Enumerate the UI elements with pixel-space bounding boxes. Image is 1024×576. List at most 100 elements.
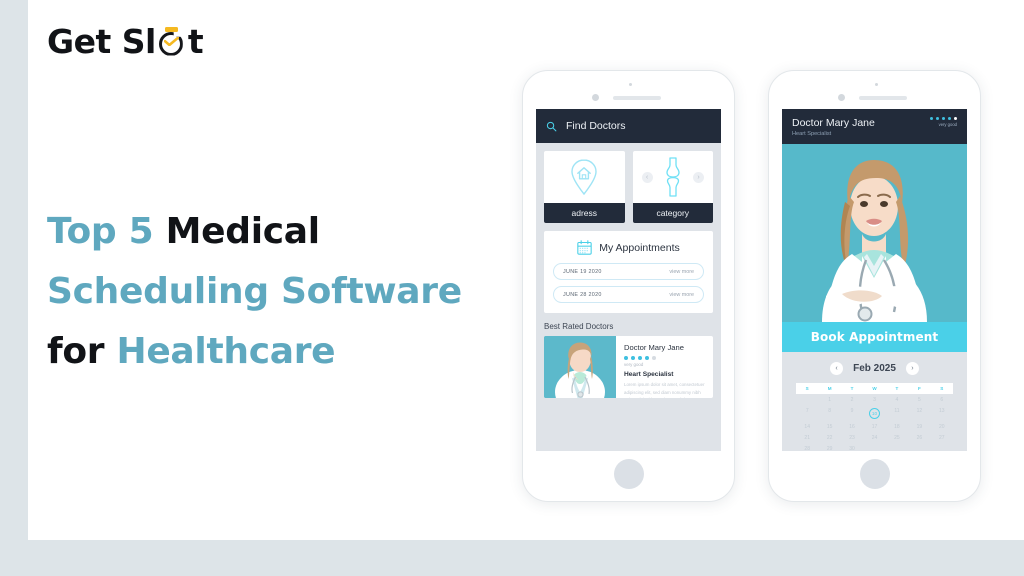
stopwatch-check-icon: [157, 26, 187, 57]
page-title: Top 5 Medical Scheduling Software for He…: [47, 202, 517, 381]
rating-dots: [930, 117, 957, 121]
camera-icon: [874, 83, 878, 86]
sensor-icon: [838, 94, 845, 101]
sensor-icon: [592, 94, 599, 101]
phone1-bezel-bottom: [523, 451, 734, 501]
calendar-weekday: S: [930, 383, 953, 394]
best-rated-doctors-title: Best Rated Doctors: [544, 322, 614, 331]
rating-caption: very good: [938, 122, 957, 128]
phone2-screen: Doctor Mary Jane Heart Specialist very g…: [782, 109, 967, 451]
calendar-day[interactable]: 20: [931, 421, 953, 432]
calendar-day[interactable]: 7: [796, 405, 818, 421]
calendar-day[interactable]: 16: [841, 421, 863, 432]
search-input-value: Find Doctors: [566, 120, 626, 132]
doctor-info: Doctor Mary Jane very good Heart Special…: [616, 336, 713, 398]
calendar-weekday: T: [840, 383, 864, 394]
profile-doctor-specialty: Heart Specialist: [792, 131, 832, 137]
doctor-card[interactable]: Doctor Mary Jane very good Heart Special…: [544, 336, 713, 398]
calendar-day-selected[interactable]: 10: [863, 405, 885, 421]
prev-category-button[interactable]: ‹: [641, 172, 653, 183]
headline-accent-3: Healthcare: [116, 330, 336, 372]
brand-name-part1: Get Sl: [47, 22, 156, 61]
calendar-day[interactable]: 12: [908, 405, 930, 421]
doctor-name: Doctor Mary Jane: [624, 343, 684, 352]
calendar-day[interactable]: 26: [908, 432, 930, 443]
calendar-day[interactable]: 29: [818, 443, 840, 452]
calendar-day[interactable]: 19: [908, 421, 930, 432]
calendar-month-label: Feb 2025: [853, 363, 896, 374]
calendar-day[interactable]: 1: [818, 394, 840, 405]
speaker-grille: [859, 96, 907, 100]
doctor-profile-header: Doctor Mary Jane Heart Specialist very g…: [782, 109, 967, 144]
prev-month-button[interactable]: ‹: [830, 362, 844, 375]
calendar-weekday: S: [796, 383, 819, 394]
calendar-icon: [577, 240, 592, 255]
view-more-link[interactable]: view more: [669, 292, 694, 298]
home-button[interactable]: [613, 459, 644, 489]
calendar-day[interactable]: 15: [818, 421, 840, 432]
doctor-avatar: [544, 336, 616, 398]
calendar-grid[interactable]: S M T W T F S 1 2 3 4 5 6 7 8 9 10 11 12 13 14 15 16 17 18 19 20 21…: [796, 383, 953, 451]
my-appointments-card: My Appointments JUNE 19 2020 view more J…: [544, 231, 713, 313]
calendar-day[interactable]: 24: [863, 432, 885, 443]
calendar-day[interactable]: 6: [931, 394, 953, 405]
my-appointments-header: My Appointments: [553, 240, 704, 255]
calendar-weekday: T: [885, 383, 909, 394]
phone1-screen: Find Doctors adress ‹ › category My Appo…: [536, 109, 721, 451]
rating-dots: [624, 356, 705, 360]
calendar-day[interactable]: 17: [863, 421, 885, 432]
calendar-day[interactable]: 5: [908, 394, 930, 405]
calendar-day[interactable]: 23: [841, 432, 863, 443]
next-month-button[interactable]: ›: [905, 362, 919, 375]
calendar-day[interactable]: 28: [796, 443, 818, 452]
speaker-grille: [613, 96, 661, 100]
card-category-art: ‹ ›: [633, 151, 714, 203]
calendar-day[interactable]: 11: [886, 405, 908, 421]
calendar-day[interactable]: 27: [931, 432, 953, 443]
phone2-bezel-bottom: [769, 451, 980, 501]
calendar-day[interactable]: 18: [886, 421, 908, 432]
headline-dark-1: Medical: [165, 211, 321, 253]
next-category-button[interactable]: ›: [693, 172, 704, 183]
card-address[interactable]: adress: [544, 151, 625, 223]
calendar-day[interactable]: 30: [841, 443, 863, 452]
calendar-day[interactable]: 13: [931, 405, 953, 421]
calendar-day[interactable]: 14: [796, 421, 818, 432]
calendar-day[interactable]: 3: [863, 394, 885, 405]
calendar-day[interactable]: 2: [841, 394, 863, 405]
brand-name-part2: t: [187, 22, 204, 61]
calendar-blank: [796, 394, 818, 405]
brand-logo: Get Sl t: [47, 22, 204, 61]
headline-accent-2: Scheduling Software: [47, 270, 462, 312]
home-button[interactable]: [859, 459, 890, 489]
view-more-link[interactable]: view more: [669, 269, 694, 275]
calendar-day[interactable]: 4: [886, 394, 908, 405]
appointment-row[interactable]: JUNE 28 2020 view more: [553, 286, 704, 303]
doctor-description: Lorem ipsum dolor sit amet, consectetuer…: [624, 382, 705, 398]
card-address-art: [544, 151, 625, 203]
category-cards: adress ‹ › category: [536, 143, 721, 223]
calendar-day[interactable]: 8: [818, 405, 840, 421]
home-pin-icon: [571, 159, 597, 196]
phone-mockup-book-appointment: Doctor Mary Jane Heart Specialist very g…: [768, 70, 981, 502]
calendar-navigation: ‹ Feb 2025 ›: [796, 362, 953, 375]
calendar-day[interactable]: 9: [841, 405, 863, 421]
appointment-row[interactable]: JUNE 19 2020 view more: [553, 263, 704, 280]
card-address-label: adress: [544, 203, 625, 223]
slide-canvas: Get Sl t Top 5 Medical Scheduling Softwa…: [28, 0, 1024, 540]
doctor-specialty: Heart Specialist: [624, 371, 674, 378]
headline-dark-2: for: [47, 330, 117, 372]
calendar-weekday: W: [863, 383, 886, 394]
rating-caption: very good: [624, 362, 644, 367]
phone1-bezel-top: [523, 71, 734, 109]
calendar-day[interactable]: 25: [886, 432, 908, 443]
card-category-label: category: [632, 203, 713, 223]
calendar-weekday: F: [908, 383, 931, 394]
calendar-day[interactable]: 21: [796, 432, 818, 443]
search-input[interactable]: Find Doctors: [536, 109, 721, 143]
appointment-date: JUNE 19 2020: [563, 268, 602, 275]
card-category[interactable]: ‹ › category: [632, 151, 714, 223]
knee-joint-icon: [666, 157, 680, 197]
book-appointment-button[interactable]: Book Appointment: [782, 322, 967, 352]
calendar-day[interactable]: 22: [818, 432, 840, 443]
